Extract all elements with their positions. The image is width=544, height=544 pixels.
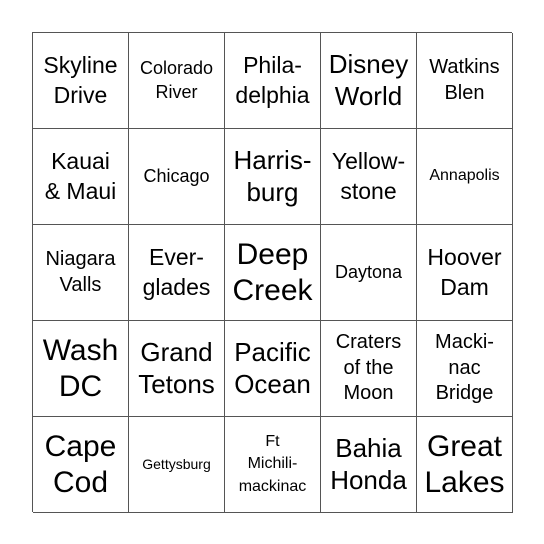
bingo-cell[interactable]: Hoover Dam — [417, 225, 513, 321]
bingo-cell[interactable]: Chicago — [129, 129, 225, 225]
bingo-cell[interactable]: Gettysburg — [129, 417, 225, 513]
bingo-cell-label: Annapolis — [429, 167, 500, 185]
bingo-cell-label: Kauai & Maui — [44, 148, 117, 204]
bingo-cell-label: Pacific Ocean — [234, 337, 311, 399]
bingo-cell[interactable]: Phila- delphia — [225, 33, 321, 129]
bingo-cell[interactable]: Macki- nac Bridge — [417, 321, 513, 417]
bingo-cell-label: Great Lakes — [424, 430, 505, 499]
bingo-cell-label: Gettysburg — [142, 456, 211, 473]
bingo-cell[interactable]: Colorado River — [129, 33, 225, 129]
bingo-cell[interactable]: Pacific Ocean — [225, 321, 321, 417]
bingo-cell-label: Chicago — [143, 165, 210, 186]
bingo-cell[interactable]: Harris- burg — [225, 129, 321, 225]
bingo-cell-label: Macki- nac Bridge — [435, 331, 494, 405]
bingo-cell-label: Harris- burg — [233, 145, 312, 207]
bingo-cell[interactable]: Craters of the Moon — [321, 321, 417, 417]
bingo-cell-label: Skyline Drive — [43, 52, 118, 108]
bingo-cell[interactable]: Niagara Valls — [33, 225, 129, 321]
bingo-cell[interactable]: Skyline Drive — [33, 33, 129, 129]
bingo-cell[interactable]: Kauai & Maui — [33, 129, 129, 225]
bingo-cell-label: Daytona — [334, 261, 403, 282]
bingo-cell[interactable]: Cape Cod — [33, 417, 129, 513]
bingo-cell-label: Cape Cod — [44, 430, 117, 499]
bingo-cell-label: Colorado River — [139, 58, 214, 102]
bingo-cell[interactable]: Daytona — [321, 225, 417, 321]
bingo-cell[interactable]: Ever- glades — [129, 225, 225, 321]
bingo-cell[interactable]: Deep Creek — [225, 225, 321, 321]
bingo-cell[interactable]: Ft Michili- mackinac — [225, 417, 321, 513]
bingo-cell-label: Craters of the Moon — [335, 331, 402, 405]
bingo-cell[interactable]: Bahia Honda — [321, 417, 417, 513]
bingo-cell-label: Grand Tetons — [138, 337, 215, 399]
bingo-cell-label: Phila- delphia — [235, 52, 310, 108]
bingo-cell-label: Niagara Valls — [45, 247, 116, 296]
bingo-cell-label: Ft Michili- mackinac — [238, 432, 307, 495]
bingo-cell[interactable]: Grand Tetons — [129, 321, 225, 417]
bingo-cell[interactable]: Yellow- stone — [321, 129, 417, 225]
bingo-cell[interactable]: Disney World — [321, 33, 417, 129]
bingo-cell[interactable]: Annapolis — [417, 129, 513, 225]
bingo-cell-label: Hoover Dam — [427, 244, 502, 300]
bingo-board: Skyline Drive Colorado River Phila- delphi… — [32, 32, 513, 513]
bingo-cell[interactable]: Wash DC — [33, 321, 129, 417]
bingo-cell-label: Wash DC — [42, 334, 119, 403]
bingo-cell-label: Ever- glades — [142, 244, 211, 300]
bingo-cell-label: Bahia Honda — [330, 433, 407, 495]
bingo-cell-label: Deep Creek — [232, 238, 313, 307]
bingo-cell-label: Watkins Blen — [429, 55, 500, 104]
bingo-cell-label: Yellow- stone — [331, 148, 406, 204]
bingo-cell-label: Disney World — [328, 49, 409, 111]
bingo-cell[interactable]: Watkins Blen — [417, 33, 513, 129]
bingo-cell[interactable]: Great Lakes — [417, 417, 513, 513]
